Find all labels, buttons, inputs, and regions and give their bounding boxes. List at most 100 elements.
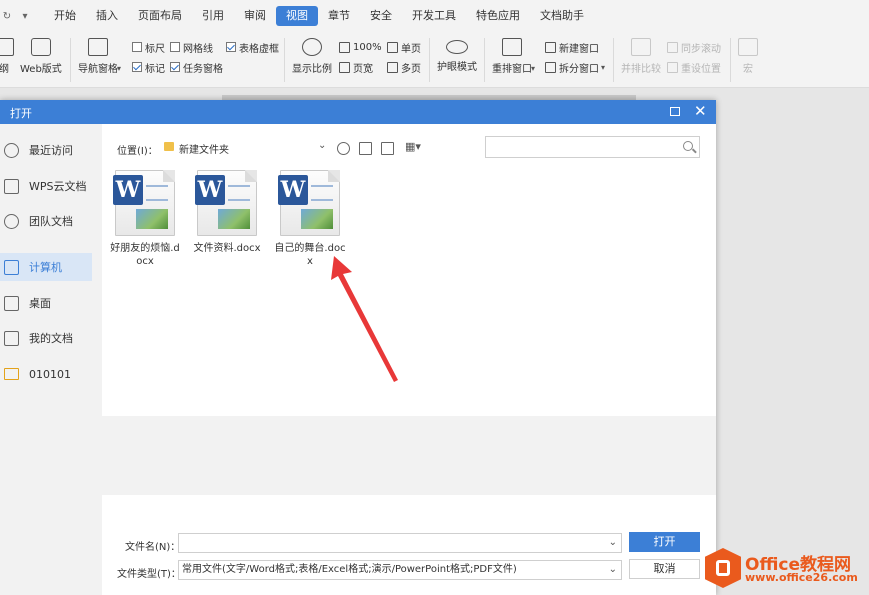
outline-icon [0, 38, 14, 56]
web-layout-button[interactable]: Web版式 [20, 32, 62, 75]
zoom-icon [302, 38, 322, 56]
office-logo-icon [705, 548, 741, 588]
tab-security[interactable]: 安全 [360, 6, 402, 26]
word-document-icon: W [195, 170, 257, 236]
new-folder-icon[interactable] [381, 142, 394, 155]
back-icon[interactable] [337, 142, 350, 155]
reset-position-button[interactable]: 重设位置 [667, 60, 721, 75]
rearrange-window-dropdown-icon[interactable]: ▾ [531, 64, 535, 73]
table-gridlines-checkbox[interactable]: 表格虚框 [226, 40, 279, 55]
zoom-100-icon [339, 41, 350, 53]
chevron-down-icon[interactable]: ⌄ [318, 140, 326, 151]
gridlines-checkbox[interactable]: 网格线 [170, 40, 213, 55]
location-select[interactable]: 新建文件夹 [179, 141, 229, 156]
filename-label: 文件名(N)： [125, 542, 181, 553]
ribbon-toolbar: 纲 Web版式 导航窗格 ▾ 标尺 网格线 表格虚框 标记 任务窗格 显示比例 … [0, 32, 869, 88]
chevron-down-icon[interactable]: ⌄ [609, 534, 617, 552]
nav-pane-dropdown-icon[interactable]: ▾ [117, 64, 121, 73]
filename-input[interactable]: ⌄ [178, 533, 622, 553]
split-window-dropdown-icon: ▾ [601, 62, 606, 72]
zoom-100-button[interactable]: 100% [339, 40, 382, 54]
ribbon-divider [429, 38, 430, 82]
ribbon-divider [70, 38, 71, 82]
tab-view[interactable]: 视图 [276, 6, 318, 26]
dialog-titlebar: 打开 ✕ [0, 100, 716, 124]
tab-insert[interactable]: 插入 [86, 6, 128, 26]
zoom-ratio-button[interactable]: 显示比例 [292, 32, 332, 75]
macro-icon [738, 38, 758, 56]
sync-scroll-icon [667, 41, 678, 53]
menu-bar: ↻ ▾ 开始 插入 页面布局 引用 审阅 视图 章节 安全 开发工具 特色应用 … [0, 0, 869, 32]
tab-review[interactable]: 审阅 [234, 6, 276, 26]
sidebar-item-recent[interactable]: 最近访问 [0, 136, 92, 164]
clock-icon [4, 142, 19, 158]
sidebar-item-computer[interactable]: 计算机 [0, 253, 92, 281]
location-label: 位置(I)： [117, 146, 158, 157]
nav-pane-button[interactable]: 导航窗格 [78, 32, 118, 75]
search-input[interactable] [485, 136, 700, 158]
view-mode-icon[interactable]: ▦▾ [405, 140, 421, 153]
file-item[interactable]: W 文件资料.docx [190, 170, 264, 255]
dialog-bottom-panel [102, 416, 716, 495]
file-item[interactable]: W 好朋友的烦恼.docx [108, 170, 182, 268]
my-documents-icon [4, 330, 19, 346]
eye-icon [446, 40, 468, 54]
sidebar-item-desktop[interactable]: 桌面 [0, 289, 92, 317]
side-by-side-icon [631, 38, 651, 56]
cancel-button[interactable]: 取消 [629, 559, 700, 579]
folder-icon [164, 142, 174, 151]
chevron-down-icon[interactable]: ⌄ [609, 561, 617, 579]
rearrange-window-icon [502, 38, 522, 56]
tab-doc-assistant[interactable]: 文档助手 [530, 6, 594, 26]
desktop-icon [4, 295, 19, 311]
up-folder-icon[interactable] [359, 142, 372, 155]
filetype-select[interactable]: 常用文件(文字/Word格式;表格/Excel格式;演示/PowerPoint格… [178, 560, 622, 580]
outline-button[interactable]: 纲 [0, 32, 14, 75]
markup-checkbox[interactable]: 标记 [132, 60, 165, 75]
watermark-url: www.office26.com [745, 571, 858, 584]
cube-icon [4, 178, 19, 194]
search-icon [683, 141, 693, 151]
dialog-sidebar: 最近访问 WPS云文档 团队文档 计算机 桌面 我的文档 010101 [0, 124, 102, 595]
word-document-icon: W [113, 170, 175, 236]
ribbon-divider [730, 38, 731, 82]
globe-icon [30, 38, 51, 56]
new-window-button[interactable]: 新建窗口 [545, 40, 599, 55]
quick-access-dropdown-icon[interactable]: ▾ [18, 11, 32, 22]
word-document-icon: W [278, 170, 340, 236]
sync-scroll-button[interactable]: 同步滚动 [667, 40, 721, 55]
ribbon-divider [484, 38, 485, 82]
close-icon[interactable]: ✕ [694, 102, 707, 120]
sidebar-item-my-documents[interactable]: 我的文档 [0, 324, 92, 352]
folder-icon [4, 368, 19, 380]
ruler-checkbox[interactable]: 标尺 [132, 40, 165, 55]
open-button[interactable]: 打开 [629, 532, 700, 552]
multi-page-button[interactable]: 多页 [387, 60, 421, 75]
maximize-icon[interactable] [670, 107, 680, 116]
single-page-button[interactable]: 单页 [387, 40, 421, 55]
tab-developer[interactable]: 开发工具 [402, 6, 466, 26]
page-width-button[interactable]: 页宽 [339, 60, 373, 75]
ribbon-divider [284, 38, 285, 82]
macro-button[interactable]: 宏 [738, 32, 758, 75]
sidebar-item-team-docs[interactable]: 团队文档 [0, 207, 92, 235]
tab-features[interactable]: 特色应用 [466, 6, 530, 26]
tab-chapter[interactable]: 章节 [318, 6, 360, 26]
ribbon-divider [613, 38, 614, 82]
tab-references[interactable]: 引用 [192, 6, 234, 26]
sidebar-item-wps-cloud[interactable]: WPS云文档 [0, 172, 92, 200]
rearrange-window-button[interactable]: 重排窗口 [492, 32, 532, 75]
tab-page-layout[interactable]: 页面布局 [128, 6, 192, 26]
sidebar-item-010101[interactable]: 010101 [0, 360, 92, 388]
tab-home[interactable]: 开始 [44, 6, 86, 26]
annotation-arrow [331, 256, 398, 382]
redo-icon[interactable]: ↻ [0, 11, 14, 22]
split-window-button[interactable]: 拆分窗口 ▾ [545, 60, 606, 75]
filetype-label: 文件类型(T)： [117, 569, 181, 580]
side-by-side-button[interactable]: 并排比较 [621, 32, 661, 75]
task-pane-checkbox[interactable]: 任务窗格 [170, 60, 223, 75]
team-icon [4, 213, 19, 229]
eye-protect-button[interactable]: 护眼模式 [437, 32, 477, 73]
split-window-icon [545, 61, 556, 73]
nav-pane-icon [88, 38, 108, 56]
